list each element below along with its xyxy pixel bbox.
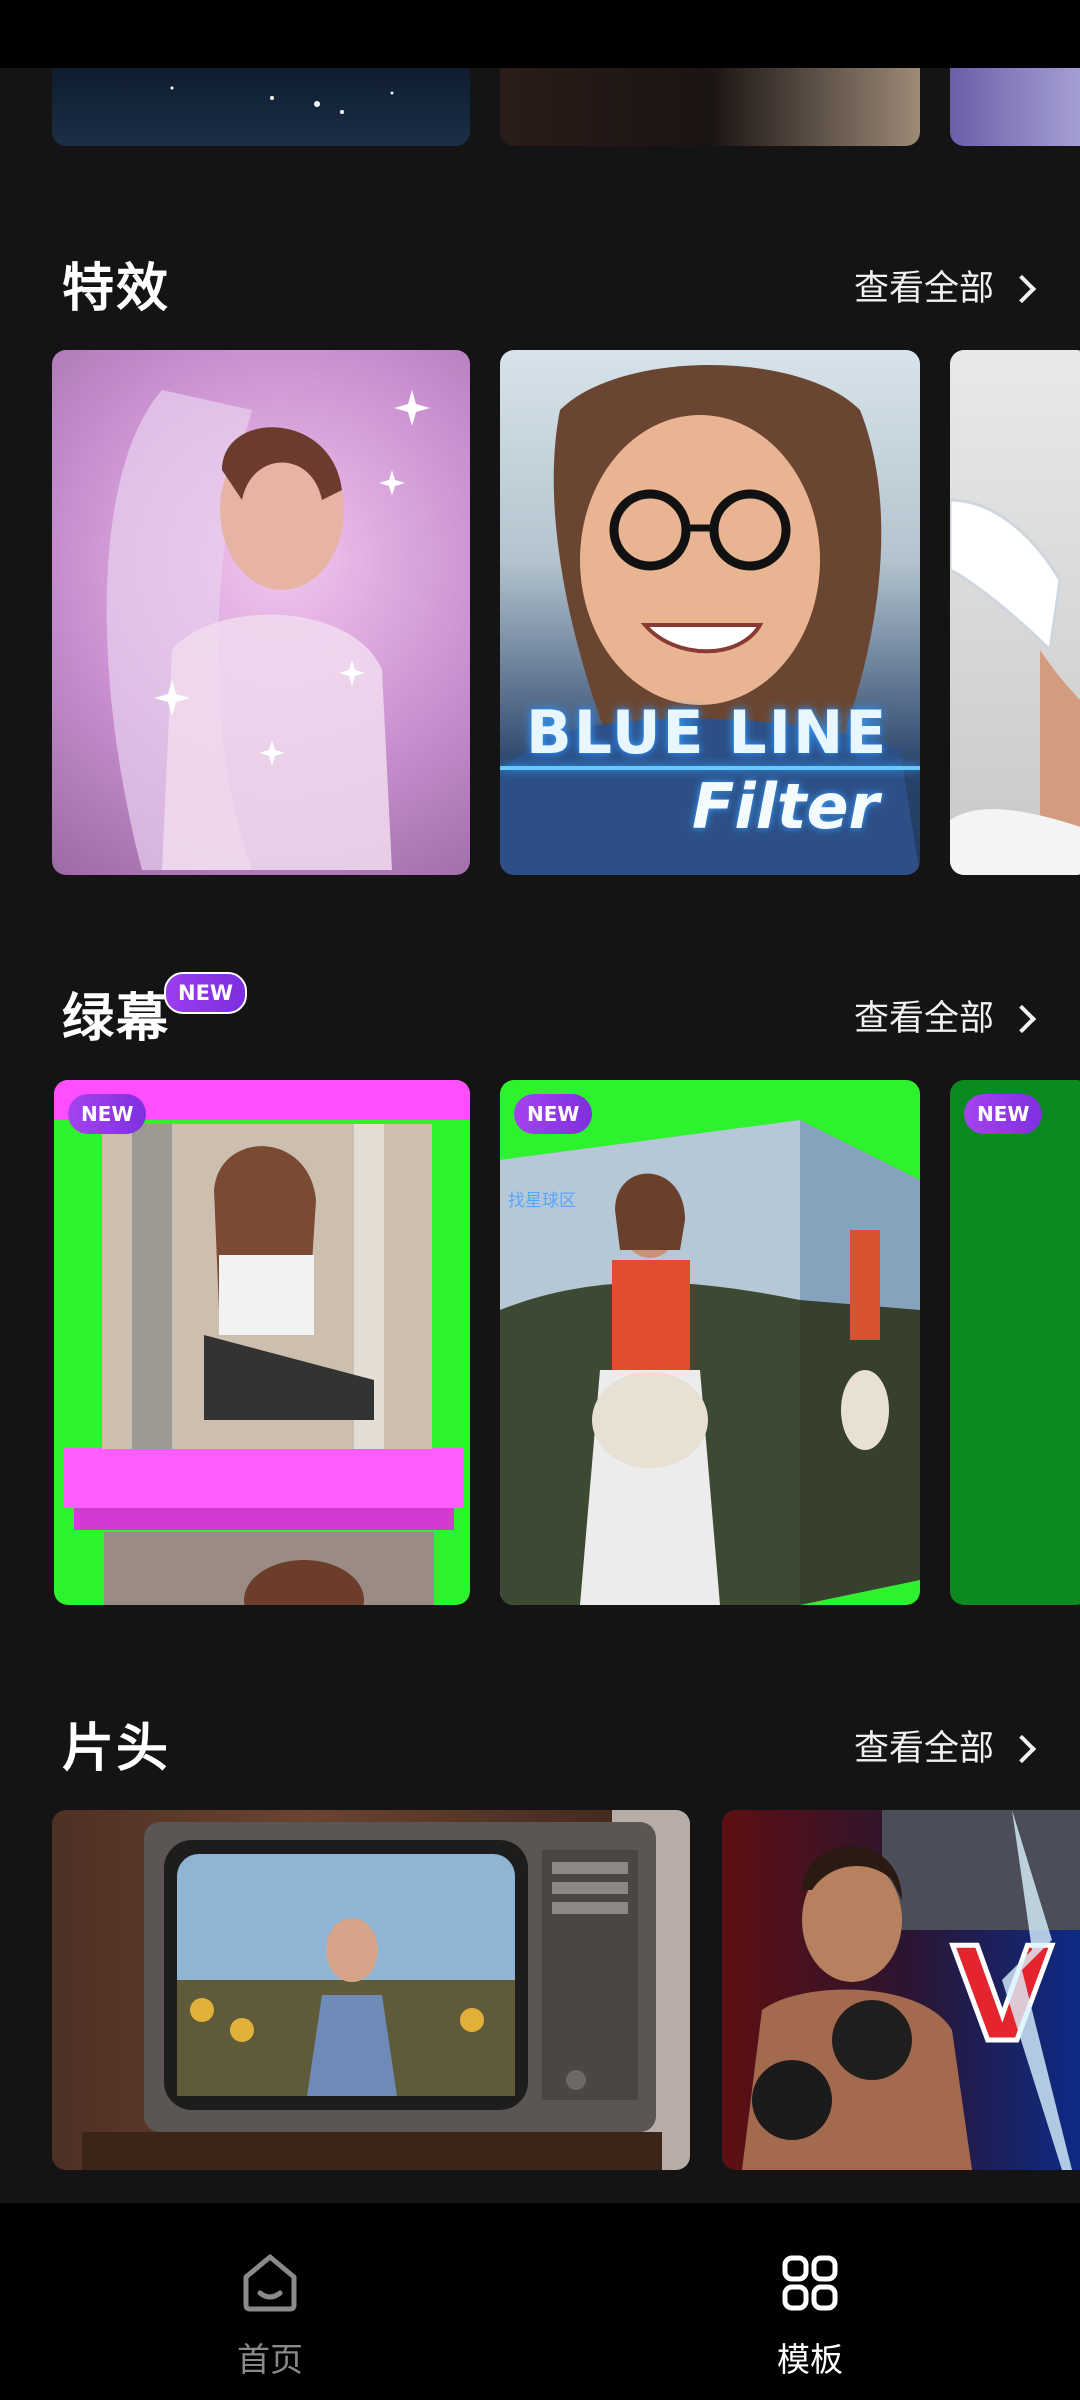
chevron-right-icon bbox=[1007, 274, 1037, 304]
bottom-tab-bar: 首页 模板 bbox=[0, 2203, 1080, 2400]
view-all-link[interactable]: 查看全部 bbox=[854, 992, 1040, 1046]
template-card[interactable]: NEW 找星球区 bbox=[500, 1080, 920, 1605]
tab-label: 首页 bbox=[237, 2340, 303, 2379]
tab-label: 模板 bbox=[777, 2340, 843, 2379]
template-card[interactable] bbox=[950, 350, 1080, 875]
retro-tv-thumbnail bbox=[82, 1810, 690, 2170]
top-partial-row bbox=[0, 68, 1080, 146]
section-title: 片头 bbox=[62, 1719, 171, 1779]
template-feed[interactable]: 特效 查看全部 BLUE LINE Filter 绿幕 NEW 查看全部 NEW… bbox=[0, 0, 1080, 2203]
template-card[interactable] bbox=[500, 68, 920, 146]
template-card[interactable]: NEW bbox=[54, 1080, 470, 1605]
photo-frame-thumbnail bbox=[54, 1080, 470, 1605]
new-badge: NEW bbox=[514, 1094, 593, 1134]
chevron-right-icon bbox=[1007, 1734, 1037, 1764]
new-badge: NEW bbox=[964, 1094, 1043, 1134]
template-card[interactable]: V bbox=[722, 1810, 1080, 2170]
new-badge: NEW bbox=[68, 1094, 147, 1134]
card-watermark: 找星球区 bbox=[508, 1191, 576, 1211]
view-all-link[interactable]: 查看全部 bbox=[854, 1722, 1040, 1776]
template-card[interactable] bbox=[950, 68, 1080, 146]
view-all-label: 查看全部 bbox=[853, 1729, 994, 1769]
status-bar bbox=[0, 0, 1080, 68]
template-card[interactable] bbox=[52, 1810, 690, 2170]
view-all-link[interactable]: 查看全部 bbox=[854, 262, 1040, 316]
card-overlay-subtitle: Filter bbox=[692, 770, 880, 843]
tab-templates[interactable]: 模板 bbox=[710, 2253, 910, 2381]
home-icon bbox=[243, 2254, 297, 2312]
tab-home[interactable]: 首页 bbox=[170, 2253, 370, 2381]
section-title: 绿幕 bbox=[62, 989, 171, 1049]
template-grid-icon bbox=[782, 2255, 838, 2311]
template-card[interactable]: BLUE LINE Filter bbox=[500, 350, 920, 875]
view-all-label: 查看全部 bbox=[853, 999, 994, 1039]
intros-row[interactable]: V bbox=[0, 1810, 1080, 2170]
section-title: 特效 bbox=[62, 259, 171, 319]
new-badge: NEW bbox=[164, 972, 248, 1014]
bride-sparkle-thumbnail bbox=[106, 390, 430, 870]
angel-wings-thumbnail bbox=[950, 498, 1080, 875]
chevron-right-icon bbox=[1007, 1004, 1037, 1034]
template-card[interactable] bbox=[52, 350, 470, 875]
starfield-thumbnail bbox=[170, 86, 394, 114]
cube-photo-thumbnail bbox=[500, 1120, 920, 1605]
view-all-label: 查看全部 bbox=[853, 269, 994, 309]
template-card[interactable]: NEW bbox=[950, 1080, 1080, 1605]
greenscreen-row[interactable]: NEW NEW 找星球区 NEW bbox=[0, 1080, 1080, 1605]
effects-row[interactable]: BLUE LINE Filter bbox=[0, 350, 1080, 875]
card-overlay-title: BLUE LINE bbox=[526, 698, 889, 768]
versus-boxing-thumbnail: V bbox=[742, 1810, 1080, 2170]
template-card[interactable] bbox=[52, 68, 470, 146]
